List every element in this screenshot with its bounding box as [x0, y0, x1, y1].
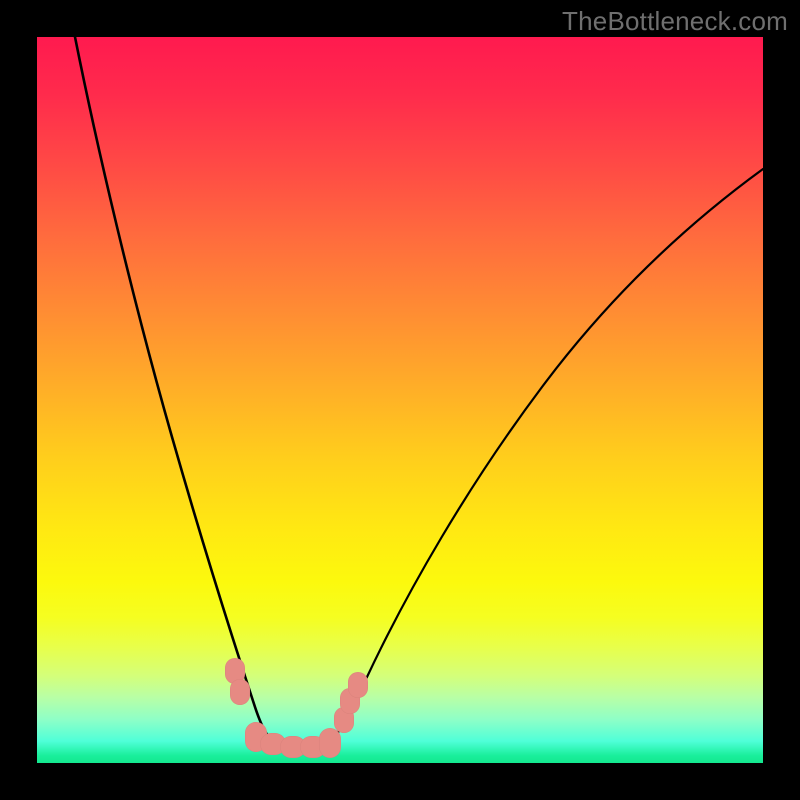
outer-frame: TheBottleneck.com [0, 0, 800, 800]
left-curve [75, 37, 281, 747]
marker-7 [319, 728, 341, 758]
marker-2 [230, 679, 250, 705]
plot-area [37, 37, 763, 763]
curve-layer [37, 37, 763, 763]
marker-10 [348, 672, 368, 698]
watermark-text: TheBottleneck.com [562, 6, 788, 37]
right-curve [323, 169, 763, 747]
